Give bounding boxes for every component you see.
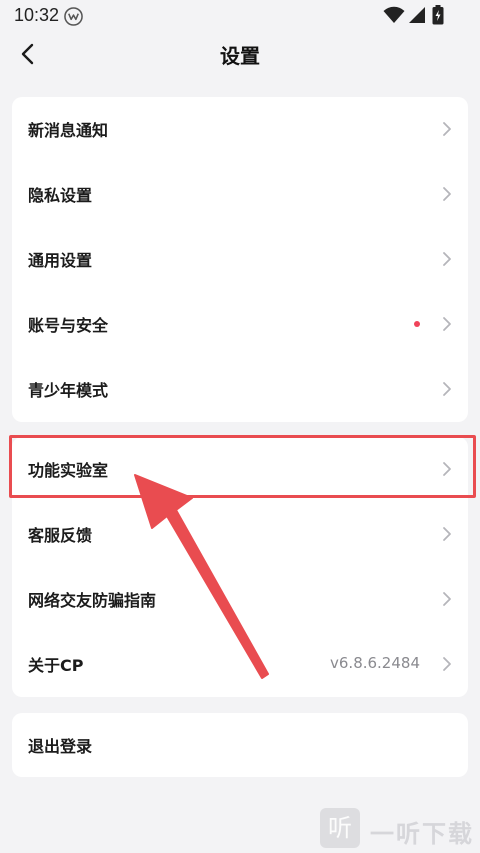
wifi-icon [383,6,405,23]
watermark-logo-icon: 听 [320,808,360,848]
row-label: 关于CP [28,656,84,675]
status-bar: 10:32 [0,0,480,34]
version-text: v6.8.6.2484 [330,654,420,672]
chevron-right-icon [443,657,451,671]
logout-group: 退出登录 [12,713,468,777]
annotation-arrow [134,474,269,679]
chevron-right-icon [443,527,451,541]
row-label: 青少年模式 [28,381,109,400]
row-general-settings[interactable]: 通用设置 [12,227,468,292]
row-label: 账号与安全 [28,316,109,335]
watermark-text: 一听下载 [370,820,474,848]
row-label: 隐私设置 [28,186,93,205]
settings-group-general: 新消息通知 隐私设置 通用设置 账号与安全 青少年模式 [12,97,468,422]
status-time: 10:32 [14,5,60,25]
battery-charging-icon [432,5,444,25]
chevron-right-icon [443,122,451,136]
watermark: 听 一听下载 [320,808,480,853]
row-privacy-settings[interactable]: 隐私设置 [12,162,468,227]
chevron-right-icon [443,187,451,201]
row-label: 客服反馈 [28,526,93,545]
logout-button[interactable]: 退出登录 [12,713,468,777]
row-teen-mode[interactable]: 青少年模式 [12,357,468,422]
row-new-message-notifications[interactable]: 新消息通知 [12,97,468,162]
nav-bar: 设置 [0,34,480,74]
chevron-right-icon [443,317,451,331]
signal-icon [409,7,425,23]
row-label: 新消息通知 [28,121,109,140]
app-notification-icon [64,7,83,26]
row-account-security[interactable]: 账号与安全 [12,292,468,357]
row-label: 退出登录 [28,737,93,756]
chevron-right-icon [443,252,451,266]
chevron-right-icon [443,592,451,606]
chevron-right-icon [443,382,451,396]
page-title: 设置 [220,44,260,68]
notification-dot [414,321,420,327]
row-label: 通用设置 [28,251,93,270]
